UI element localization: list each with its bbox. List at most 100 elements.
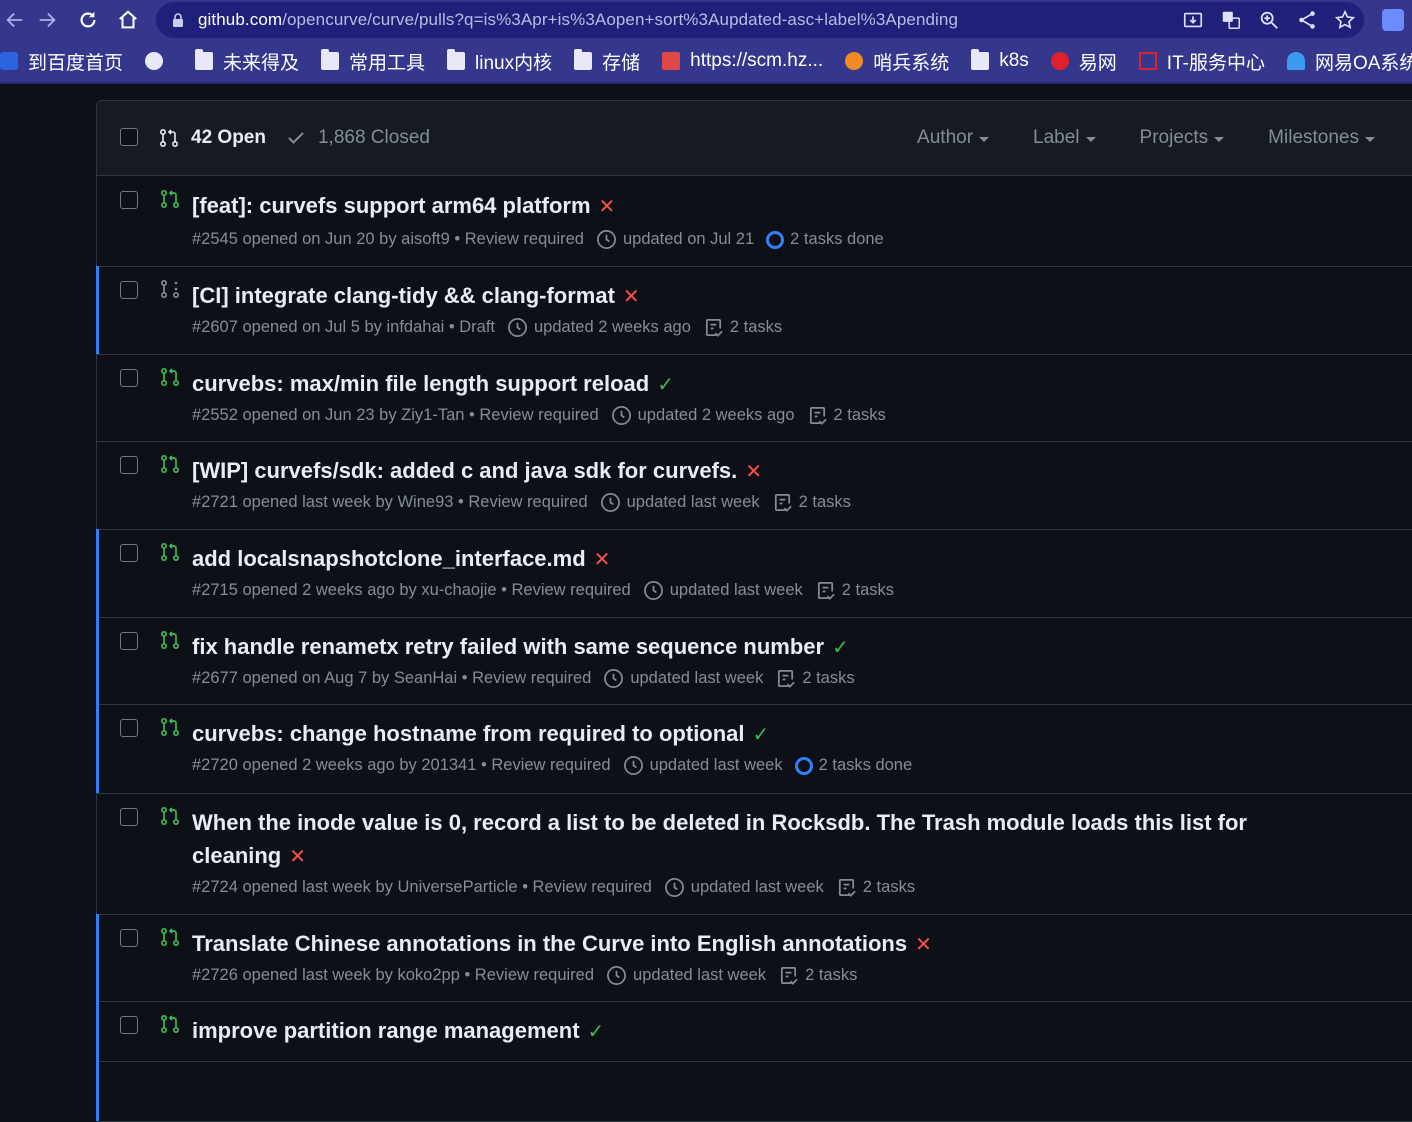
closed-filter[interactable]: 1,868 Closed <box>286 127 430 149</box>
row-checkbox[interactable] <box>120 1016 138 1034</box>
pr-title-link[interactable]: fix handle renametx retry failed with sa… <box>192 634 824 659</box>
extension-icon[interactable] <box>1382 9 1404 31</box>
author-filter[interactable]: Author <box>917 127 990 149</box>
open-filter[interactable]: 42 Open <box>159 127 266 149</box>
closed-count: 1,868 Closed <box>317 127 430 148</box>
tasks-done-icon <box>766 230 785 249</box>
pr-meta: #2721 opened last week by Wine93 • Revie… <box>192 492 851 513</box>
install-app-icon[interactable] <box>1182 9 1204 31</box>
pr-title-link[interactable]: [feat]: curvefs support arm64 platform <box>192 193 591 218</box>
x-icon[interactable]: ✕ <box>599 196 616 218</box>
bookmark-item[interactable] <box>145 40 173 82</box>
pr-opened-info: #2715 opened 2 weeks ago by xu-chaojie •… <box>192 581 631 599</box>
lock-icon[interactable] <box>172 13 184 27</box>
it-icon <box>1138 52 1157 70</box>
pr-title-line: [CI] integrate clang-tidy && clang-forma… <box>192 279 1272 314</box>
pull-request-row[interactable]: curvebs: change hostname from required t… <box>96 704 1412 794</box>
row-checkbox[interactable] <box>120 369 138 387</box>
bookmark-item[interactable]: linux内核 <box>447 40 552 82</box>
pr-opened-info: #2545 opened on Jun 20 by aisoft9 • Revi… <box>192 230 584 248</box>
bookmark-item[interactable]: 易网 <box>1050 40 1117 82</box>
x-icon[interactable]: ✕ <box>623 286 640 308</box>
updated-info: updated last week <box>664 877 824 898</box>
back-icon[interactable] <box>0 5 30 35</box>
pr-title-link[interactable]: [CI] integrate clang-tidy && clang-forma… <box>192 283 615 308</box>
clock-icon <box>611 406 631 425</box>
row-checkbox[interactable] <box>120 719 138 737</box>
x-icon[interactable]: ✕ <box>289 846 306 868</box>
pull-request-icon <box>160 630 180 650</box>
clock-icon <box>604 669 624 688</box>
x-icon[interactable]: ✕ <box>915 934 932 956</box>
row-checkbox[interactable] <box>120 929 138 947</box>
check-icon[interactable]: ✓ <box>753 724 770 746</box>
pull-request-row[interactable]: curvebs: max/min file length support rel… <box>97 354 1412 442</box>
row-checkbox[interactable] <box>120 281 138 299</box>
bookmark-item[interactable]: https://scm.hz... <box>662 40 823 82</box>
bookmark-item[interactable]: 存储 <box>574 40 640 82</box>
bookmark-item[interactable]: 哨兵系统 <box>845 40 949 82</box>
check-icon[interactable]: ✓ <box>588 1021 605 1043</box>
pr-title-link[interactable]: curvebs: max/min file length support rel… <box>192 371 649 396</box>
bookmark-item[interactable]: 常用工具 <box>321 40 425 82</box>
bookmark-star-icon[interactable] <box>1334 9 1356 31</box>
bookmark-item[interactable]: 到百度首页 <box>0 40 123 82</box>
row-checkbox[interactable] <box>120 191 138 209</box>
bookmark-item[interactable]: 网易OA系统 <box>1286 40 1412 82</box>
task-progress: 2 tasks <box>772 492 851 513</box>
x-icon[interactable]: ✕ <box>745 461 762 483</box>
task-progress: 2 tasks done <box>766 230 884 249</box>
pull-request-row[interactable]: add localsnapshotclone_interface.md ✕ #271… <box>96 529 1412 618</box>
address-bar[interactable]: github.com/opencurve/curve/pulls?q=is%3A… <box>156 2 1364 38</box>
select-all-checkbox[interactable] <box>120 128 138 146</box>
bookmark-item[interactable]: 未来得及 <box>195 40 299 82</box>
task-progress: 2 tasks done <box>794 756 912 775</box>
x-icon[interactable]: ✕ <box>594 549 611 571</box>
pull-request-row[interactable]: improve partition range management ✓ <box>96 1001 1412 1122</box>
bookmark-item[interactable]: IT-服务中心 <box>1138 40 1265 82</box>
folder-icon <box>574 49 593 70</box>
draft-pull-request-icon <box>160 279 180 299</box>
row-checkbox[interactable] <box>120 632 138 650</box>
share-icon[interactable] <box>1296 9 1318 31</box>
pr-title-link[interactable]: add localsnapshotclone_interface.md <box>192 546 586 571</box>
pr-title-line: improve partition range management ✓ <box>192 1014 1272 1049</box>
pull-request-row[interactable]: Translate Chinese annotations in the Cur… <box>96 914 1412 1002</box>
tasklist-icon <box>809 407 827 425</box>
milestones-filter[interactable]: Milestones <box>1268 127 1375 149</box>
reload-icon[interactable] <box>73 5 103 35</box>
bookmark-item[interactable]: k8s <box>971 40 1029 82</box>
task-progress: 2 tasks <box>807 405 886 426</box>
pull-request-row[interactable]: [WIP] curvefs/sdk: added c and java sdk … <box>97 441 1412 530</box>
pull-request-row[interactable]: When the inode value is 0, record a list… <box>97 793 1412 915</box>
clock-icon <box>643 581 663 600</box>
pr-meta: #2720 opened 2 weeks ago by 201341 • Rev… <box>192 755 912 776</box>
url-text[interactable]: github.com/opencurve/curve/pulls?q=is%3A… <box>198 10 958 30</box>
updated-info: updated last week <box>606 965 766 986</box>
pr-title-link[interactable]: improve partition range management <box>192 1018 580 1043</box>
check-icon[interactable]: ✓ <box>832 637 849 659</box>
pr-meta: #2677 opened on Aug 7 by SeanHai • Revie… <box>192 668 855 689</box>
tasklist-icon <box>774 494 792 512</box>
pull-request-row[interactable]: fix handle renametx retry failed with sa… <box>96 617 1412 705</box>
pull-request-row[interactable]: [feat]: curvefs support arm64 platform ✕ #… <box>97 176 1412 267</box>
check-icon[interactable]: ✓ <box>657 374 674 396</box>
projects-filter[interactable]: Projects <box>1140 127 1225 149</box>
pr-title-link[interactable]: [WIP] curvefs/sdk: added c and java sdk … <box>192 458 737 483</box>
pull-request-icon <box>160 806 180 826</box>
oa-icon <box>1286 52 1305 70</box>
pr-title-link[interactable]: When the inode value is 0, record a list… <box>192 810 1247 868</box>
row-checkbox[interactable] <box>120 544 138 562</box>
pr-title-link[interactable]: curvebs: change hostname from required t… <box>192 721 745 746</box>
scm-icon <box>662 52 681 70</box>
home-icon[interactable] <box>113 5 143 35</box>
row-checkbox[interactable] <box>120 456 138 474</box>
pr-title-link[interactable]: Translate Chinese annotations in the Cur… <box>192 931 907 956</box>
translate-icon[interactable] <box>1220 9 1242 31</box>
forward-icon[interactable] <box>32 5 62 35</box>
pull-request-list: 42 Open 1,868 Closed Author Label Projec… <box>96 100 1412 1122</box>
label-filter[interactable]: Label <box>1033 127 1096 149</box>
zoom-icon[interactable] <box>1258 9 1280 31</box>
row-checkbox[interactable] <box>120 808 138 826</box>
pull-request-row[interactable]: [CI] integrate clang-tidy && clang-forma… <box>96 266 1412 355</box>
